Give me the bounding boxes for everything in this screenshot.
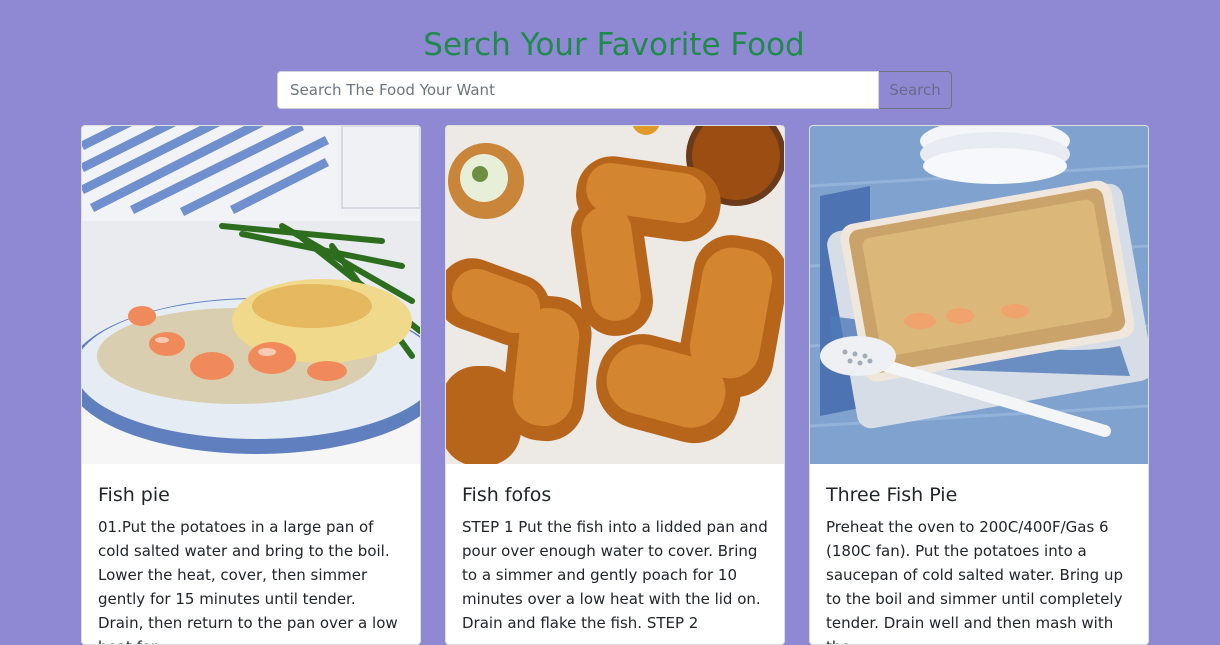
meal-title: Fish fofos (462, 484, 552, 506)
meal-description: 01.Put the potatoes in a large pan of co… (98, 518, 398, 644)
meal-description: STEP 1 Put the fish into a lidded pan an… (462, 518, 768, 632)
meal-title: Fish pie (98, 484, 170, 506)
search-input[interactable] (277, 71, 879, 109)
meal-card[interactable]: Three Fish Pie Preheat the oven to 200C/… (809, 125, 1149, 645)
meal-image-fish-fofos (446, 126, 784, 464)
meal-card[interactable]: Fish pie 01.Put the potatoes in a large … (81, 125, 421, 645)
meal-title: Three Fish Pie (826, 484, 958, 506)
meal-image-three-fish-pie (810, 126, 1148, 464)
meal-card[interactable]: Fish fofos STEP 1 Put the fish into a li… (445, 125, 785, 645)
search-bar: Search (277, 71, 952, 109)
page-title: Serch Your Favorite Food (423, 27, 805, 63)
meal-image-fish-pie (82, 126, 420, 464)
meal-description: Preheat the oven to 200C/400F/Gas 6 (180… (826, 518, 1124, 644)
search-button[interactable]: Search (879, 71, 952, 109)
